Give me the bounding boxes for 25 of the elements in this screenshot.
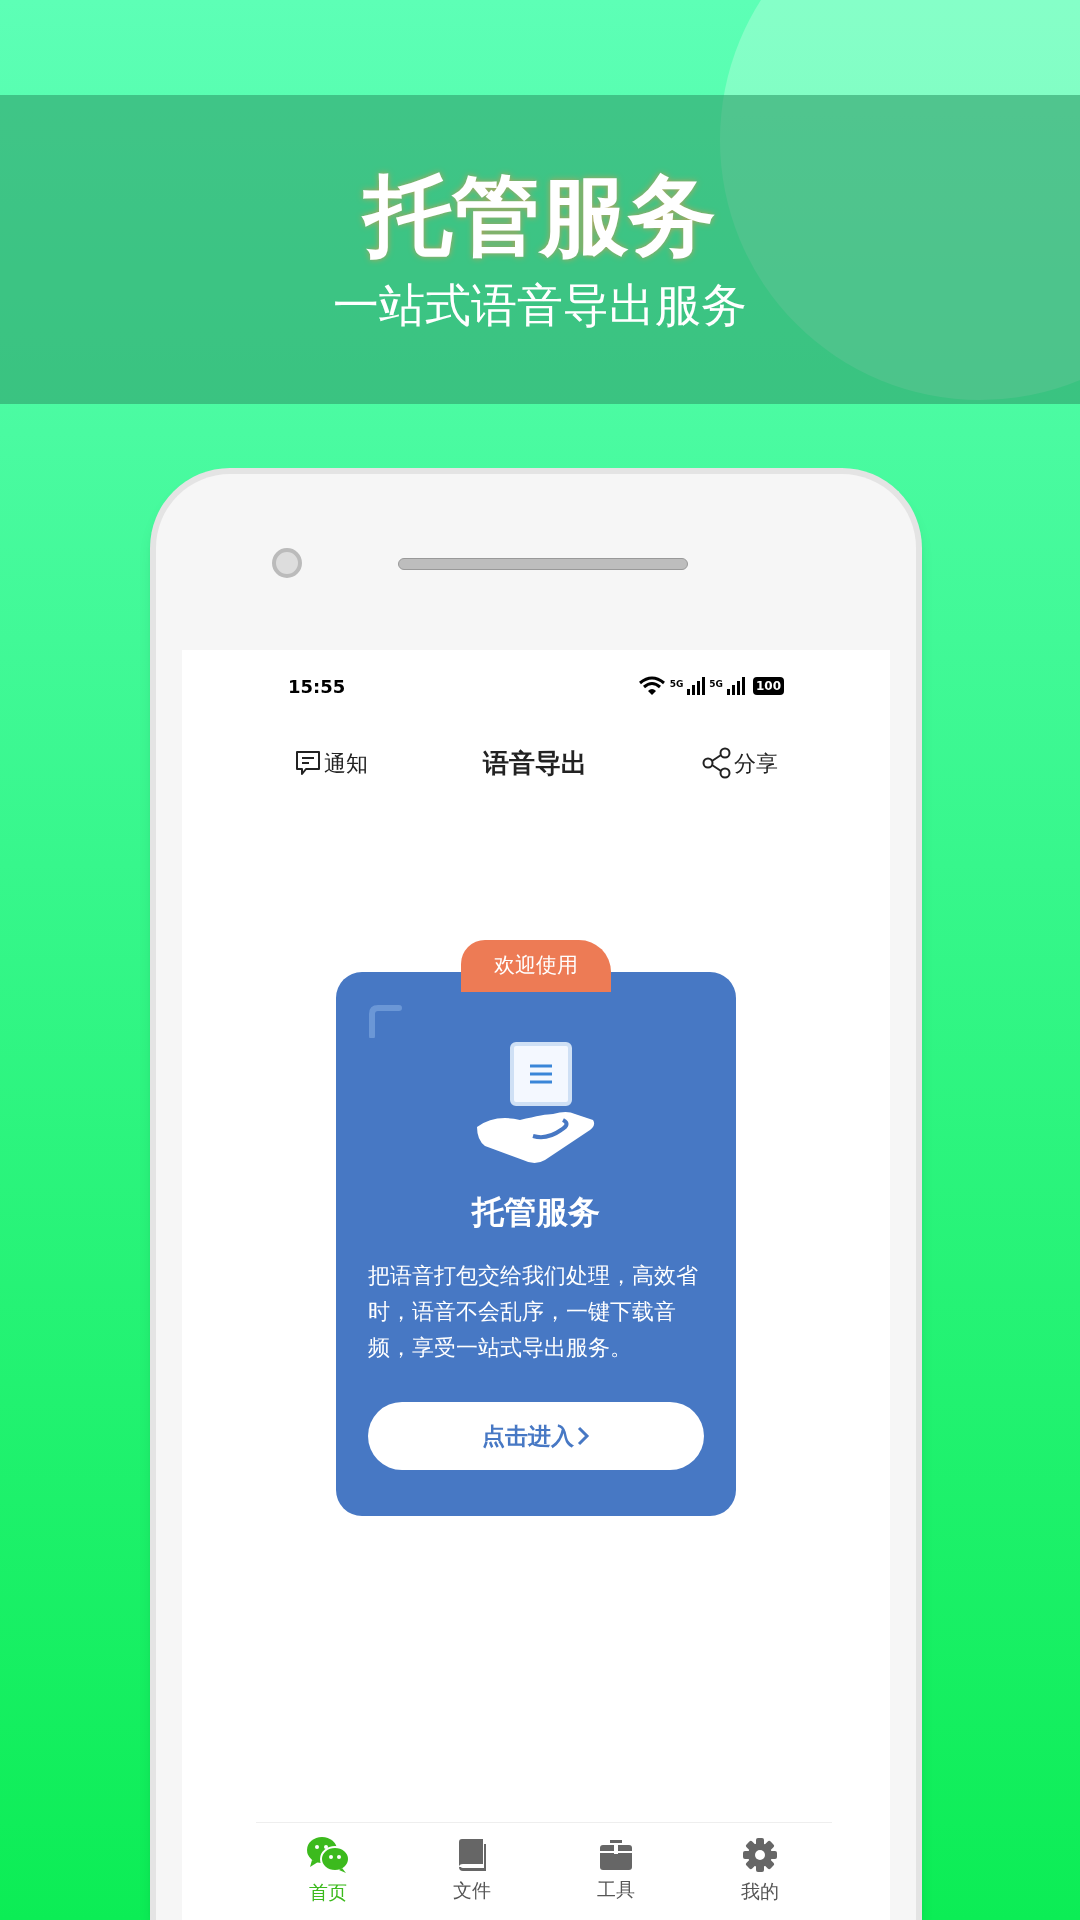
signal-icon <box>726 677 745 695</box>
card-description: 把语音打包交给我们处理，高效省时，语音不会乱序，一键下载音频，享受一站式导出服务。 <box>368 1262 699 1362</box>
toolbox-icon <box>599 1839 633 1872</box>
corner-mark-icon <box>368 1004 402 1038</box>
tab[interactable]: 文件 <box>432 1838 512 1905</box>
banner-subtitle: 一站式语音导出服务 <box>333 281 747 328</box>
network-label: 5G <box>669 678 684 691</box>
network-label: 5G <box>709 678 723 691</box>
chevron-right-icon <box>576 1425 590 1447</box>
status-time: 15:55 <box>288 674 346 699</box>
chat-bubbles-icon <box>306 1836 350 1875</box>
enter-button[interactable]: 点击进入 <box>368 1402 704 1470</box>
notify-link[interactable]: 通知 <box>324 746 368 780</box>
battery-indicator: 100 <box>752 677 784 695</box>
card-title: 托管服务 <box>472 1192 600 1233</box>
settings-icon <box>742 1837 778 1874</box>
signal-icon <box>687 677 706 695</box>
message-icon <box>294 749 322 777</box>
share-link[interactable]: 分享 <box>734 746 778 780</box>
welcome-badge: 欢迎使用 <box>461 940 611 992</box>
page-title: 语音导出 <box>483 746 587 780</box>
wifi-icon <box>637 676 666 696</box>
tab[interactable]: 我的 <box>720 1837 800 1906</box>
share-icon <box>702 747 732 779</box>
tab[interactable]: 工具 <box>576 1839 656 1904</box>
